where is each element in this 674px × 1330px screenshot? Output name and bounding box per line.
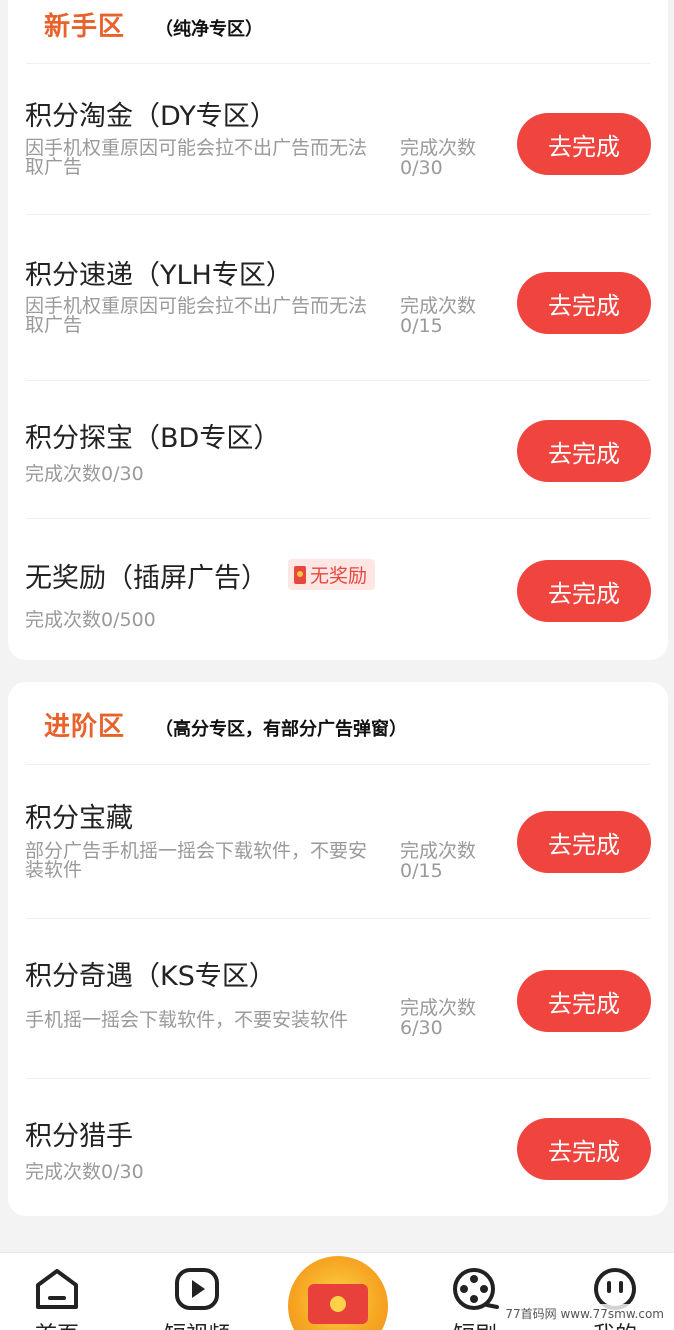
task-title: 积分宝藏	[25, 803, 133, 834]
task-count: 完成次数0/500	[25, 609, 156, 631]
task-count-label: 完成次数	[400, 997, 477, 1019]
task-count: 完成次数0/30	[25, 463, 144, 485]
divider	[26, 518, 650, 519]
task-title: 积分探宝（BD专区）	[25, 423, 281, 454]
task-count-value: 0/30	[400, 157, 443, 179]
task-title: 积分速递（YLH专区）	[25, 260, 293, 291]
task-description: 部分广告手机摇一摇会下载软件，不要安装软件	[25, 840, 368, 881]
go-complete-button[interactable]: 去完成	[517, 560, 651, 622]
section-card-advanced: 进阶区 （高分专区，有部分广告弹窗） 积分宝藏 部分广告手机摇一摇会下载软件，不…	[8, 682, 668, 1216]
go-complete-button[interactable]: 去完成	[517, 272, 651, 334]
task-count: 完成次数 0/30	[400, 138, 510, 178]
divider	[26, 214, 650, 215]
divider	[26, 63, 650, 64]
task-count-label: 完成次数	[400, 295, 477, 317]
section-title: 新手区	[44, 12, 126, 42]
tab-label: 短视频	[142, 1317, 252, 1330]
tab-home[interactable]: 首页	[2, 1253, 112, 1330]
red-envelope-icon	[308, 1284, 368, 1324]
task-title: 积分猎手	[25, 1121, 133, 1152]
go-complete-button[interactable]: 去完成	[517, 113, 651, 175]
divider	[26, 380, 650, 381]
task-count-value: 6/30	[400, 1017, 443, 1039]
task-count: 完成次数0/30	[25, 1161, 144, 1183]
section-subtitle: （高分专区，有部分广告弹窗）	[155, 719, 408, 740]
task-title: 无奖励（插屏广告）	[25, 563, 268, 594]
no-reward-badge: 无奖励	[288, 559, 376, 590]
task-description: 因手机权重原因可能会拉不出广告而无法取广告	[25, 295, 368, 336]
task-count: 完成次数 0/15	[400, 296, 510, 336]
badge-label: 无奖励	[310, 565, 368, 587]
tab-label: 首页	[2, 1317, 112, 1330]
home-icon	[34, 1267, 80, 1315]
section-header: 进阶区 （高分专区，有部分广告弹窗）	[44, 706, 407, 743]
go-complete-button[interactable]: 去完成	[517, 1118, 651, 1180]
go-complete-button[interactable]: 去完成	[517, 811, 651, 873]
task-count-value: 0/15	[400, 860, 443, 882]
task-description: 手机摇一摇会下载软件，不要安装软件	[25, 1009, 349, 1031]
watermark: 77首码网 www.77smw.com	[501, 1304, 668, 1323]
tab-short-video[interactable]: 短视频	[142, 1253, 252, 1330]
task-count: 完成次数 6/30	[400, 998, 510, 1038]
task-count-label: 完成次数	[400, 840, 477, 862]
task-count-label: 完成次数	[400, 137, 477, 159]
go-complete-button[interactable]: 去完成	[517, 420, 651, 482]
divider	[26, 1078, 650, 1079]
section-subtitle: （纯净专区）	[155, 19, 264, 40]
film-reel-icon	[451, 1267, 499, 1317]
divider	[26, 918, 650, 919]
task-count-value: 0/15	[400, 315, 443, 337]
task-description: 因手机权重原因可能会拉不出广告而无法取广告	[25, 137, 368, 178]
play-icon	[174, 1267, 220, 1315]
task-title: 积分淘金（DY专区）	[25, 101, 277, 132]
go-complete-button[interactable]: 去完成	[517, 970, 651, 1032]
divider	[26, 764, 650, 765]
task-count: 完成次数 0/15	[400, 841, 510, 881]
section-title: 进阶区	[44, 712, 126, 742]
section-card-beginner: 新手区 （纯净专区） 积分淘金（DY专区） 因手机权重原因可能会拉不出广告而无法…	[8, 0, 668, 660]
task-title: 积分奇遇（KS专区）	[25, 961, 276, 992]
section-header: 新手区 （纯净专区）	[44, 6, 263, 43]
red-envelope-icon	[294, 565, 306, 584]
